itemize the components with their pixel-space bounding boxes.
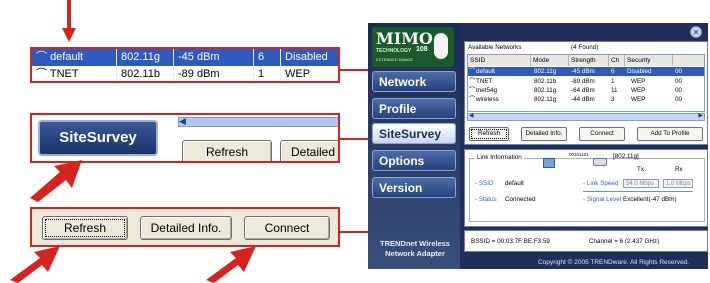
signal-level-line: [583, 191, 693, 192]
detailed-info-button-zoom[interactable]: Detailed Info.: [140, 216, 232, 240]
nav-profile[interactable]: Profile: [372, 98, 456, 119]
link-info-panel: Link Information 00101101 [802.11g] Tx R…: [464, 149, 708, 227]
rx-speed-field: 1.0 Mbps: [663, 179, 693, 188]
nav-sitesurvey[interactable]: SiteSurvey: [372, 123, 456, 144]
wifi-icon: ⌒: [469, 68, 476, 75]
utility-window: MIMO TECHNOLOGY 108 EXTENDED RANGE Netwo…: [368, 23, 708, 269]
nav-version[interactable]: Version: [372, 177, 456, 198]
horizontal-scrollbar[interactable]: ◀ ▶: [467, 113, 705, 121]
diagonal-arrow-annotation: [206, 246, 256, 283]
scroll-left-icon[interactable]: ◀: [179, 116, 186, 127]
networks-panel: Available Networks (4 Found) SSID Mode S…: [464, 41, 708, 145]
sidebar: MIMO TECHNOLOGY 108 EXTENDED RANGE Netwo…: [368, 23, 460, 269]
scrollbar[interactable]: ◀: [178, 116, 338, 127]
mimo-logo: MIMO TECHNOLOGY 108 EXTENDED RANGE: [372, 27, 454, 67]
down-arrow-annotation: [62, 0, 76, 42]
nav-options[interactable]: Options: [372, 150, 456, 171]
zoom-buttons: Refresh Detailed Info. Connect: [30, 207, 340, 247]
link-info-group: [469, 158, 705, 222]
refresh-button-zoom[interactable]: Refresh: [182, 140, 272, 161]
computer-icon: [543, 158, 555, 168]
wifi-icon: ⌒: [36, 51, 47, 63]
wifi-icon-cell: ⌒ default: [32, 49, 117, 66]
refresh-button-zoom2[interactable]: Refresh: [42, 216, 128, 240]
close-icon[interactable]: ✕: [690, 26, 702, 38]
detailed-button-zoom[interactable]: Detailed: [280, 140, 338, 161]
diagonal-arrow-annotation: [10, 246, 60, 283]
table-row[interactable]: ⌒ TNET 802.11b -89 dBm 1 WEP 00: [468, 77, 704, 86]
wifi-icon: ⌒: [469, 78, 476, 85]
add-to-profile-button[interactable]: Add To Profile: [637, 127, 703, 141]
table-row[interactable]: ⌒ TNET 802.11b -89 dBm 1 WEP: [32, 66, 338, 81]
brand-label: TRENDnet Wireless Network Adapter: [380, 239, 450, 258]
refresh-button[interactable]: Refresh: [469, 127, 509, 141]
table-row[interactable]: ⌒ default 802.11g -45 dBm 6 Disabled: [32, 49, 338, 66]
detailed-info-button[interactable]: Detailed Info.: [521, 127, 567, 141]
table-row[interactable]: ⌒ default 802.11g -45 dBm 6 Disabled 00: [468, 67, 704, 76]
wifi-icon: ⌒: [36, 68, 47, 80]
connect-button-zoom[interactable]: Connect: [244, 216, 330, 240]
scroll-right-icon[interactable]: ▶: [698, 112, 703, 119]
table-row[interactable]: ⌒ tnet54g 802.11g -64 dBm 11 WEP 00: [468, 86, 704, 95]
connect-button[interactable]: Connect: [579, 127, 625, 141]
signal-icon: [434, 33, 448, 59]
wifi-icon: ⌒: [469, 96, 476, 103]
nav-network[interactable]: Network: [372, 71, 456, 92]
wifi-icon: ⌒: [469, 87, 476, 94]
copyright-text: Copyright © 2005 TRENDware. All Rights R…: [538, 259, 689, 266]
table-row[interactable]: ⌒ wireless 802.11g -44 dBm 3 WEP 00: [468, 95, 704, 104]
zoom-network-table: ⌒ default 802.11g -45 dBm 6 Disabled ⌒ T…: [30, 47, 340, 83]
diagonal-arrow-annotation: [30, 160, 82, 202]
tx-speed-field: 54.0 Mbps: [623, 179, 659, 188]
networks-table: SSID Mode Strength Ch Security ⌒ default…: [467, 54, 705, 112]
scroll-left-icon[interactable]: ◀: [469, 112, 474, 119]
access-point-icon: [593, 158, 607, 166]
bssid-panel: BSSID = 00:03:7F:BE:F3:59 Channel = 6 (2…: [464, 230, 708, 252]
